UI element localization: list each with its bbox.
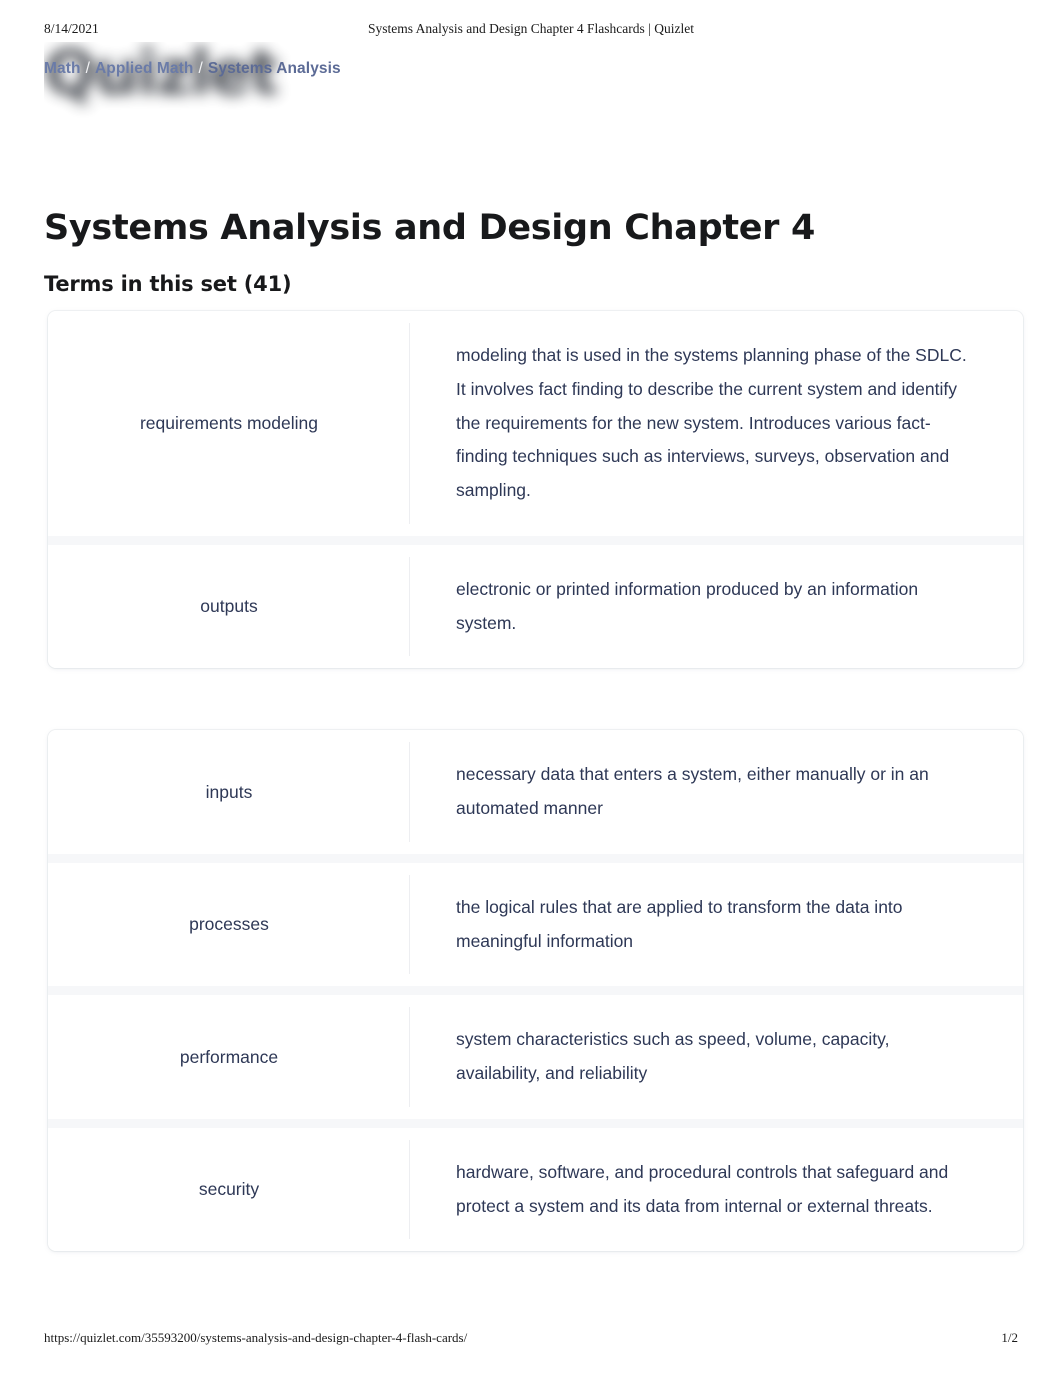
print-footer: https://quizlet.com/35593200/systems-ana… [0, 1330, 1062, 1348]
term-group: inputs necessary data that enters a syst… [48, 730, 1023, 1252]
terms-list: requirements modeling modeling that is u… [48, 311, 1023, 1252]
term-label: inputs [48, 730, 410, 854]
definition-text: modeling that is used in the systems pla… [410, 311, 1023, 536]
term-row[interactable]: security hardware, software, and procedu… [48, 1118, 1023, 1252]
definition-text: the logical rules that are applied to tr… [410, 863, 1023, 987]
term-label: performance [48, 995, 410, 1119]
term-label: outputs [48, 545, 410, 669]
definition-text: system characteristics such as speed, vo… [410, 995, 1023, 1119]
print-document-title: Systems Analysis and Design Chapter 4 Fl… [368, 21, 694, 36]
definition-value: hardware, software, and procedural contr… [456, 1161, 949, 1216]
term-row[interactable]: processes the logical rules that are app… [48, 853, 1023, 987]
print-header: 8/14/2021 Systems Analysis and Design Ch… [0, 21, 1062, 39]
definition-text: necessary data that enters a system, eit… [410, 730, 1023, 854]
page-title: Systems Analysis and Design Chapter 4 [44, 208, 816, 249]
definition-value: the logical rules that are applied to tr… [456, 896, 903, 951]
breadcrumb-separator: / [85, 60, 90, 77]
definition-text: electronic or printed information produc… [410, 545, 1023, 669]
breadcrumb: Math / Applied Math / Systems Analysis [44, 60, 341, 78]
breadcrumb-item-systems-analysis[interactable]: Systems Analysis [208, 60, 341, 77]
breadcrumb-item-math[interactable]: Math [44, 60, 81, 77]
term-label: processes [48, 863, 410, 987]
term-group-gap [48, 668, 1023, 730]
definition-text: hardware, software, and procedural contr… [410, 1128, 1023, 1252]
print-footer-url: https://quizlet.com/35593200/systems-ana… [44, 1330, 468, 1345]
definition-value: system characteristics such as speed, vo… [456, 1029, 890, 1084]
term-row[interactable]: requirements modeling modeling that is u… [48, 311, 1023, 536]
quizlet-logo[interactable]: Quizlet [44, 42, 314, 120]
print-footer-page-number: 1/2 [1001, 1330, 1018, 1345]
term-row[interactable]: inputs necessary data that enters a syst… [48, 730, 1023, 854]
term-label: security [48, 1128, 410, 1252]
term-label: requirements modeling [48, 311, 410, 536]
term-row[interactable]: outputs electronic or printed informatio… [48, 535, 1023, 669]
definition-value: electronic or printed information produc… [456, 578, 919, 633]
definition-value: necessary data that enters a system, eit… [456, 764, 929, 819]
breadcrumb-separator: / [198, 60, 203, 77]
term-row[interactable]: performance system characteristics such … [48, 986, 1023, 1119]
terms-count-heading: Terms in this set (41) [44, 272, 292, 297]
breadcrumb-item-applied-math[interactable]: Applied Math [95, 60, 194, 77]
definition-value: modeling that is used in the systems pla… [456, 345, 967, 501]
term-group: requirements modeling modeling that is u… [48, 311, 1023, 669]
